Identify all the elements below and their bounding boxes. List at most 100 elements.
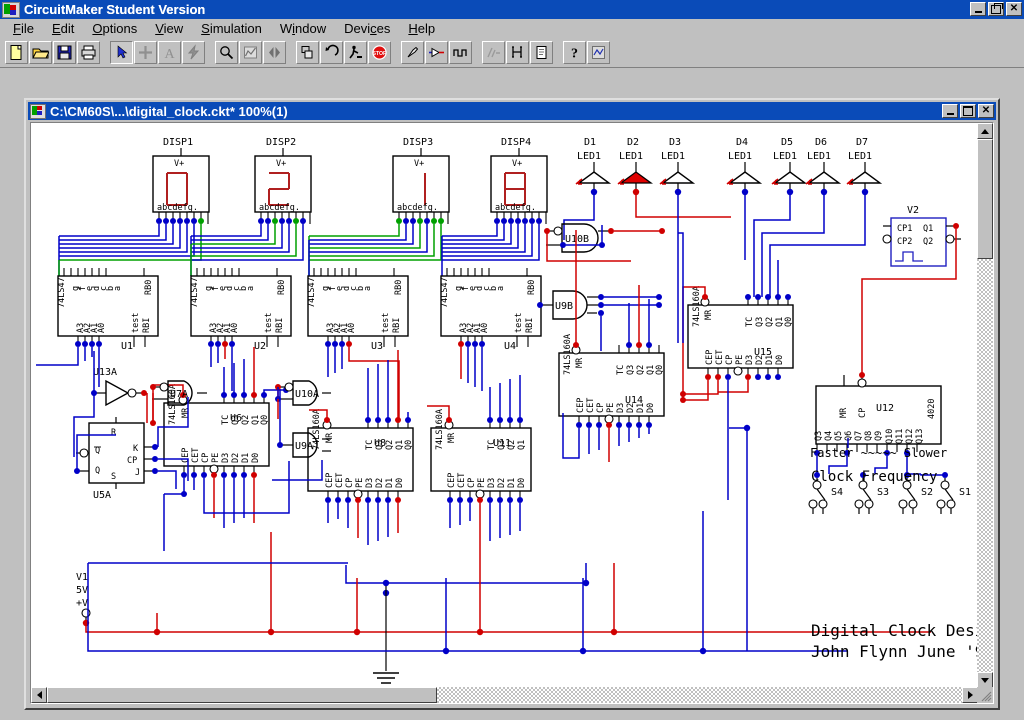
display-DISP3: DISP3 V+ abcdefg. — [309, 137, 449, 276]
svg-text:D1: D1 — [584, 137, 596, 148]
v1-ref: V1 — [76, 572, 88, 583]
scroll-right-button[interactable] — [962, 687, 978, 703]
schematic-canvas[interactable]: .bd{fill:none;stroke:#000;stroke-width:1… — [31, 123, 978, 688]
u9a-ref: U9A — [295, 441, 313, 452]
svg-text:Q13: Q13 — [915, 429, 925, 444]
svg-text:CP: CP — [201, 453, 211, 463]
svg-text:D2: D2 — [231, 453, 241, 463]
svg-text:D4: D4 — [736, 137, 748, 148]
menu-devices[interactable]: Devices — [335, 20, 399, 37]
svg-text:A0: A0 — [347, 323, 357, 333]
vertical-scroll-thumb[interactable] — [977, 139, 993, 259]
document-client-area: .bd{fill:none;stroke:#000;stroke-width:1… — [30, 122, 994, 704]
step-run-button[interactable] — [344, 41, 367, 64]
print-button[interactable] — [77, 41, 100, 64]
wire-tool[interactable] — [134, 41, 157, 64]
mirror-tool[interactable] — [263, 41, 286, 64]
menu-view[interactable]: View — [146, 20, 192, 37]
stop-button[interactable]: STOP — [368, 41, 391, 64]
text-tool[interactable]: A — [158, 41, 181, 64]
document-maximize-button[interactable] — [960, 104, 976, 118]
canvas-vertical-scrollbar[interactable] — [977, 123, 993, 688]
disp3-label: DISP3 — [403, 137, 433, 148]
svg-text:74LS47: 74LS47 — [440, 277, 450, 308]
menu-simulation[interactable]: Simulation — [192, 20, 271, 37]
scroll-down-button[interactable] — [977, 672, 993, 688]
svg-text:Q7: Q7 — [854, 431, 864, 441]
rotate-tool[interactable] — [296, 41, 319, 64]
svg-text:Q4: Q4 — [824, 431, 834, 441]
svg-text:CET: CET — [586, 398, 596, 413]
document-title-bar[interactable]: C:\CM60S\...\digital_clock.ckt* 100%(1) … — [28, 102, 996, 120]
about-button[interactable] — [587, 41, 610, 64]
svg-text:Q: Q — [95, 446, 100, 456]
restore-button[interactable] — [988, 2, 1004, 16]
scroll-up-button[interactable] — [977, 123, 993, 139]
delete-tool[interactable] — [182, 41, 205, 64]
document-close-button[interactable]: ✕ — [978, 104, 994, 118]
new-file-button[interactable] — [5, 41, 28, 64]
svg-text:Q0: Q0 — [784, 317, 794, 327]
arrow-select-tool[interactable] — [110, 41, 133, 64]
close-button[interactable]: ✕ — [1006, 2, 1022, 16]
canvas-horizontal-scrollbar[interactable] — [31, 687, 978, 703]
gate-U13A: U13A — [74, 351, 147, 457]
help-button[interactable]: ? — [563, 41, 586, 64]
svg-text:D3: D3 — [487, 478, 497, 488]
svg-text:STOP: STOP — [372, 51, 387, 57]
digital-scope-tool[interactable] — [449, 41, 472, 64]
svg-text:74LS47: 74LS47 — [57, 277, 67, 308]
svg-text:D1: D1 — [507, 478, 517, 488]
find-tool[interactable] — [506, 41, 529, 64]
svg-text:S: S — [111, 472, 116, 482]
waveform-tool[interactable] — [239, 41, 262, 64]
disp3-vplus: V+ — [414, 159, 424, 169]
svg-text:CET: CET — [335, 473, 345, 488]
svg-text:74LS160A: 74LS160A — [563, 334, 573, 375]
save-file-button[interactable] — [53, 41, 76, 64]
u1-ref: U1 — [121, 341, 133, 352]
menu-help[interactable]: Help — [399, 20, 444, 37]
svg-text:D3: D3 — [221, 453, 231, 463]
ic-U3: 74LS47 g f e d c b a RB0 A3 A2 A1 A0 tes… — [307, 268, 408, 421]
menu-options[interactable]: Options — [83, 20, 146, 37]
s2-ref: S2 — [921, 487, 933, 498]
svg-text:Q0: Q0 — [404, 440, 414, 450]
svg-text:Q12: Q12 — [905, 429, 915, 444]
svg-text:74LS47: 74LS47 — [190, 277, 200, 308]
trace-tool[interactable] — [482, 41, 505, 64]
led-D2: D2LED1 — [618, 137, 731, 217]
document-minimize-button[interactable] — [942, 104, 958, 118]
svg-text:CP: CP — [345, 478, 355, 488]
disp2-label: DISP2 — [266, 137, 296, 148]
svg-text:A0: A0 — [230, 323, 240, 333]
menu-window[interactable]: Window — [271, 20, 335, 37]
ic-U11: 74LS160A MR CEP CET CP PE D3 D2 D1 D0 TC… — [427, 375, 531, 541]
menu-edit[interactable]: Edit — [43, 20, 83, 37]
svg-text:D3: D3 — [669, 137, 681, 148]
disp1-vplus: V+ — [174, 159, 184, 169]
probe-tool[interactable] — [401, 41, 424, 64]
svg-text:RB0: RB0 — [527, 280, 537, 295]
signal-source-tool[interactable] — [425, 41, 448, 64]
svg-text:?: ? — [571, 47, 578, 62]
menu-bar: File Edit Options View Simulation Window… — [0, 19, 1024, 38]
svg-text:Q8: Q8 — [864, 431, 874, 441]
svg-text:D6: D6 — [815, 137, 827, 148]
scroll-left-button[interactable] — [31, 687, 47, 703]
open-file-button[interactable] — [29, 41, 52, 64]
menu-file[interactable]: File — [4, 20, 43, 37]
gate-U10B: U10B — [544, 224, 665, 261]
undo-button[interactable] — [320, 41, 343, 64]
svg-text:74LS160A: 74LS160A — [692, 286, 702, 327]
ic-U8: 74LS160A MR CEP CET CP PE D3 D2 D1 D0 TC… — [308, 350, 414, 545]
main-title-bar[interactable]: CircuitMaker Student Version ✕ — [0, 0, 1024, 19]
minimize-button[interactable] — [970, 2, 986, 16]
horizontal-scroll-thumb[interactable] — [47, 687, 437, 703]
u15-ref: U15 — [754, 347, 772, 358]
svg-text:CP1: CP1 — [897, 224, 912, 234]
svg-text:CEP: CEP — [181, 448, 191, 463]
svg-text:D2: D2 — [375, 478, 385, 488]
zoom-tool[interactable] — [215, 41, 238, 64]
notes-tool[interactable] — [530, 41, 553, 64]
